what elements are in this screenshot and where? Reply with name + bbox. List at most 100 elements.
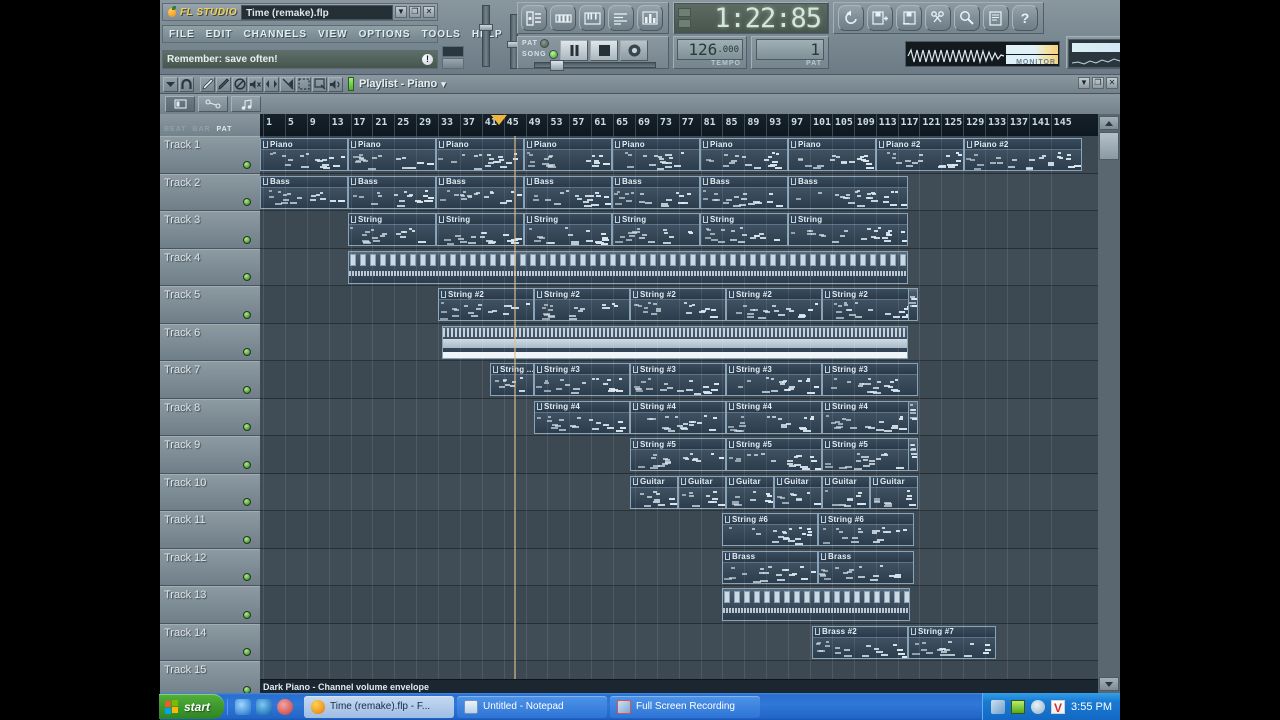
clip-header[interactable]: Guitar <box>775 476 821 488</box>
playlist-ruler[interactable]: 1 5 9 13 17 21 25 29 33 37 41 45 49 53 57 61 65 69 73 77 81 8… <box>260 114 1098 136</box>
clip-header[interactable]: String #3 <box>535 364 629 375</box>
pattern-clip[interactable]: String <box>788 213 908 246</box>
clip-header[interactable]: String #2 <box>727 289 821 300</box>
track-header[interactable]: Track 4 <box>160 248 260 286</box>
song-mode-led[interactable] <box>548 50 558 59</box>
master-pitch-bar[interactable] <box>534 60 656 71</box>
pattern-clip[interactable]: Bass <box>348 175 436 209</box>
media-player-icon[interactable] <box>277 698 294 715</box>
pattern-clip[interactable] <box>908 438 918 471</box>
pattern-clip[interactable]: String #5 <box>822 438 918 471</box>
clip-header[interactable]: Brass <box>723 551 817 563</box>
track-enable-led[interactable] <box>243 273 251 281</box>
pattern-clip[interactable]: String #2 <box>822 288 918 321</box>
track-header[interactable]: Track 12 <box>160 548 260 586</box>
clip-header[interactable]: String #4 <box>535 401 629 413</box>
menu-caret-icon[interactable] <box>163 76 178 92</box>
track-header[interactable]: Track 2 <box>160 173 260 211</box>
pattern-clip[interactable]: String #2 <box>438 288 534 321</box>
track-enable-led[interactable] <box>243 573 251 581</box>
clip-header[interactable]: String #4 <box>727 401 821 413</box>
pattern-clip[interactable]: String #2 <box>726 288 822 321</box>
pattern-clip[interactable]: Piano <box>436 138 524 171</box>
clip-header[interactable]: String #2 <box>439 289 533 300</box>
cpu-ram-panel[interactable]: 45 643 CPU RAM MB POLY 0 <box>1068 39 1120 68</box>
pattern-selector-icon[interactable] <box>521 5 547 31</box>
clip-header[interactable]: String #2 <box>535 289 629 300</box>
master-volume-slider[interactable] <box>479 5 493 67</box>
menu-item-edit[interactable]: EDIT <box>206 29 233 40</box>
pattern-clip[interactable]: Piano <box>260 138 348 171</box>
clip-header[interactable]: Piano <box>261 139 347 150</box>
audio-icon[interactable] <box>231 96 261 112</box>
pattern-clip[interactable]: Piano #2 <box>964 138 1082 171</box>
pattern-clip[interactable]: Bass <box>260 175 348 209</box>
minimize-button[interactable]: ▼ <box>395 6 407 18</box>
internet-explorer-icon[interactable] <box>235 698 252 715</box>
tools-icon[interactable] <box>925 5 951 31</box>
zoom-icon[interactable] <box>954 5 980 31</box>
track-header[interactable]: Track 13 <box>160 586 260 624</box>
clip-header[interactable]: String ... <box>491 364 533 375</box>
playlist-icon[interactable] <box>608 5 634 31</box>
clip-header[interactable]: Brass <box>819 551 913 563</box>
help-icon[interactable]: ? <box>1012 5 1038 31</box>
pattern-clip[interactable] <box>908 288 918 321</box>
pattern-clip[interactable]: Guitar <box>630 475 678 509</box>
pattern-clip[interactable]: Guitar <box>678 475 726 509</box>
time-display[interactable]: 1:22:85 <box>674 3 828 34</box>
clip-header[interactable]: String <box>349 214 435 225</box>
delete-icon[interactable] <box>232 76 247 92</box>
clip-header[interactable]: String <box>437 214 523 225</box>
playlist-grid[interactable]: Brass #2 String #7 Brass Brass String #6 Stri… <box>260 136 1098 693</box>
clip-header[interactable]: String #6 <box>819 514 913 525</box>
track-enable-led[interactable] <box>243 610 251 619</box>
track-header[interactable]: Track 8 <box>160 398 260 436</box>
task-button-notepad[interactable]: Untitled - Notepad <box>457 695 608 718</box>
track-header[interactable]: Track 5 <box>160 286 260 324</box>
track-header[interactable]: Track 3 <box>160 211 260 249</box>
clip-header[interactable]: Piano <box>525 139 611 150</box>
playlist-close-button[interactable]: ✕ <box>1106 77 1118 89</box>
pat-mode-led[interactable] <box>539 39 549 48</box>
select-icon[interactable] <box>296 76 311 92</box>
pattern-clip[interactable]: Bass <box>436 175 524 209</box>
pattern-clip[interactable]: Guitar <box>870 475 918 509</box>
pattern-clip[interactable]: Guitar <box>822 475 870 509</box>
undo-icon[interactable] <box>838 5 864 31</box>
clip-header[interactable]: String #3 <box>823 364 917 375</box>
track-enable-led[interactable] <box>243 385 251 394</box>
playback-icon[interactable] <box>328 76 343 92</box>
clip-header[interactable]: String #4 <box>823 401 917 413</box>
track-enable-led[interactable] <box>243 685 251 693</box>
pattern-clip[interactable]: String #3 <box>822 363 918 396</box>
outlook-icon[interactable] <box>256 698 273 715</box>
stop-icon[interactable] <box>590 40 618 61</box>
pattern-clip[interactable] <box>348 250 908 284</box>
clip-header[interactable]: Bass <box>789 176 907 188</box>
pattern-clip-icon[interactable] <box>165 96 195 112</box>
clip-header[interactable]: Bass <box>437 176 523 188</box>
track-header[interactable]: Track 14 <box>160 623 260 661</box>
menu-item-options[interactable]: OPTIONS <box>359 29 411 40</box>
track-header[interactable]: Track 9 <box>160 436 260 474</box>
clip-header[interactable]: String #5 <box>823 439 917 450</box>
pattern-clip[interactable]: String #5 <box>726 438 822 471</box>
clip-header[interactable]: String #5 <box>727 439 821 450</box>
track-enable-led[interactable] <box>243 535 251 544</box>
magnet-snap-icon[interactable] <box>179 76 194 92</box>
mute-icon[interactable] <box>248 76 263 92</box>
pattern-clip[interactable]: String <box>524 213 612 246</box>
track-header[interactable]: Track 1 <box>160 136 260 174</box>
automation-icon[interactable] <box>198 96 228 112</box>
notes-icon[interactable] <box>983 5 1009 31</box>
task-button-fl-studio[interactable]: Time (remake).flp - F... <box>304 695 455 718</box>
clip-header[interactable]: String #3 <box>727 364 821 375</box>
slice-icon[interactable] <box>280 76 295 92</box>
mixer-icon[interactable] <box>637 5 663 31</box>
clip-header[interactable]: String #7 <box>909 626 995 638</box>
task-button-recorder[interactable]: Full Screen Recording <box>610 695 761 718</box>
clip-header[interactable]: Piano <box>437 139 523 150</box>
menu-item-channels[interactable]: CHANNELS <box>243 29 307 40</box>
track-enable-led[interactable] <box>243 498 251 506</box>
